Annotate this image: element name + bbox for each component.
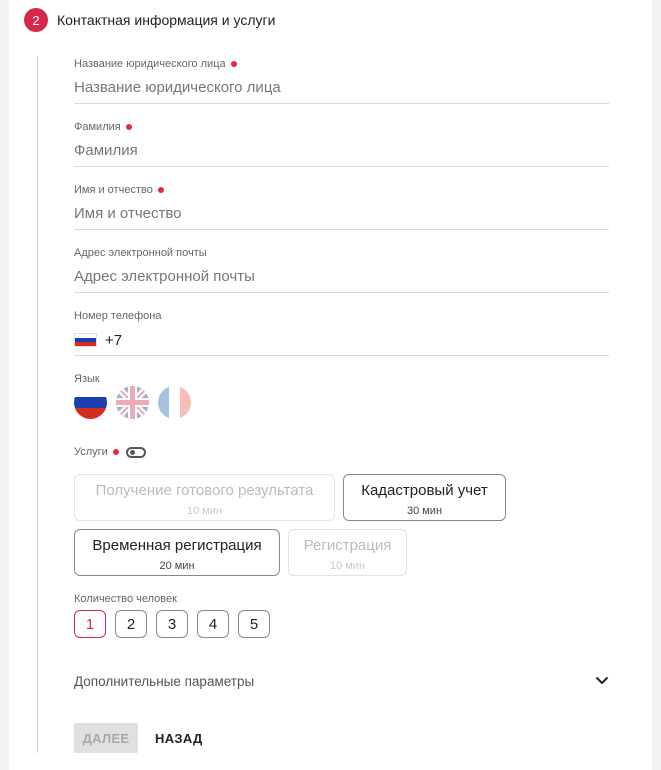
email-input[interactable]: [74, 266, 609, 286]
last-name-field: Фамилия: [74, 120, 609, 167]
step-title: Контактная информация и услуги: [57, 12, 276, 28]
service-name: Временная регистрация: [92, 537, 262, 554]
service-time: 20 мин: [159, 560, 195, 572]
france-flag-icon[interactable]: [158, 386, 191, 419]
service-time: 30 мин: [406, 505, 443, 517]
count-option[interactable]: 4: [197, 610, 229, 638]
phone-country-code: +7: [105, 331, 123, 349]
required-dot-icon: [157, 187, 164, 193]
service-time: 10 мин: [329, 560, 366, 572]
first-name-label: Имя и отчество: [74, 184, 153, 196]
first-name-field: Имя и отчество: [74, 183, 609, 230]
phone-input[interactable]: +7: [74, 329, 122, 351]
legal-name-field: Название юридического лица: [74, 57, 609, 104]
services-header: Услуги: [74, 446, 146, 458]
service-name: Получение готового результата: [95, 482, 314, 499]
step-header: 2 Контактная информация и услуги: [24, 8, 275, 32]
language-selector: [74, 386, 191, 419]
form-card: 2 Контактная информация и услуги Названи…: [9, 0, 652, 770]
legal-name-input[interactable]: [74, 77, 609, 97]
next-button[interactable]: ДАЛЕЕ: [74, 723, 138, 753]
first-name-input[interactable]: [74, 203, 609, 223]
step-number-badge: 2: [24, 8, 48, 32]
chevron-down-icon[interactable]: [595, 672, 609, 690]
service-name: Кадастровый учет: [361, 482, 488, 499]
last-name-input[interactable]: [74, 140, 609, 160]
last-name-label: Фамилия: [74, 121, 121, 133]
people-count-label: Количество человек: [74, 593, 177, 605]
count-option[interactable]: 2: [115, 610, 147, 638]
service-option[interactable]: Регистрация 10 мин: [288, 529, 407, 576]
service-option[interactable]: Кадастровый учет 30 мин: [343, 474, 506, 521]
count-option[interactable]: 5: [238, 610, 270, 638]
people-count-selector: 1 2 3 4 5: [74, 610, 270, 638]
step-connector-line: [37, 56, 38, 753]
legal-name-label: Название юридического лица: [74, 58, 226, 70]
language-label: Язык: [74, 373, 100, 385]
service-option[interactable]: Временная регистрация 20 мин: [74, 529, 280, 576]
back-button[interactable]: НАЗАД: [155, 723, 203, 753]
required-dot-icon: [112, 449, 119, 455]
russia-flag-icon[interactable]: [74, 386, 107, 419]
email-label: Адрес электронной почты: [74, 247, 207, 259]
required-dot-icon: [125, 124, 132, 130]
service-name: Регистрация: [303, 537, 392, 554]
uk-flag-icon[interactable]: [116, 386, 149, 419]
advanced-params-toggle[interactable]: Дополнительные параметры: [74, 672, 609, 690]
services-label: Услуги: [74, 446, 108, 458]
email-field: Адрес электронной почты: [74, 246, 609, 293]
count-option[interactable]: 1: [74, 610, 106, 638]
advanced-params-label: Дополнительные параметры: [74, 673, 255, 689]
toggle-icon[interactable]: [125, 446, 146, 458]
service-option[interactable]: Получение готового результата 10 мин: [74, 474, 335, 521]
required-dot-icon: [230, 61, 237, 67]
service-time: 10 мин: [186, 505, 223, 517]
russia-flag-icon[interactable]: [74, 333, 97, 347]
phone-label: Номер телефона: [74, 310, 162, 322]
phone-field: Номер телефона +7: [74, 309, 609, 356]
count-option[interactable]: 3: [156, 610, 188, 638]
